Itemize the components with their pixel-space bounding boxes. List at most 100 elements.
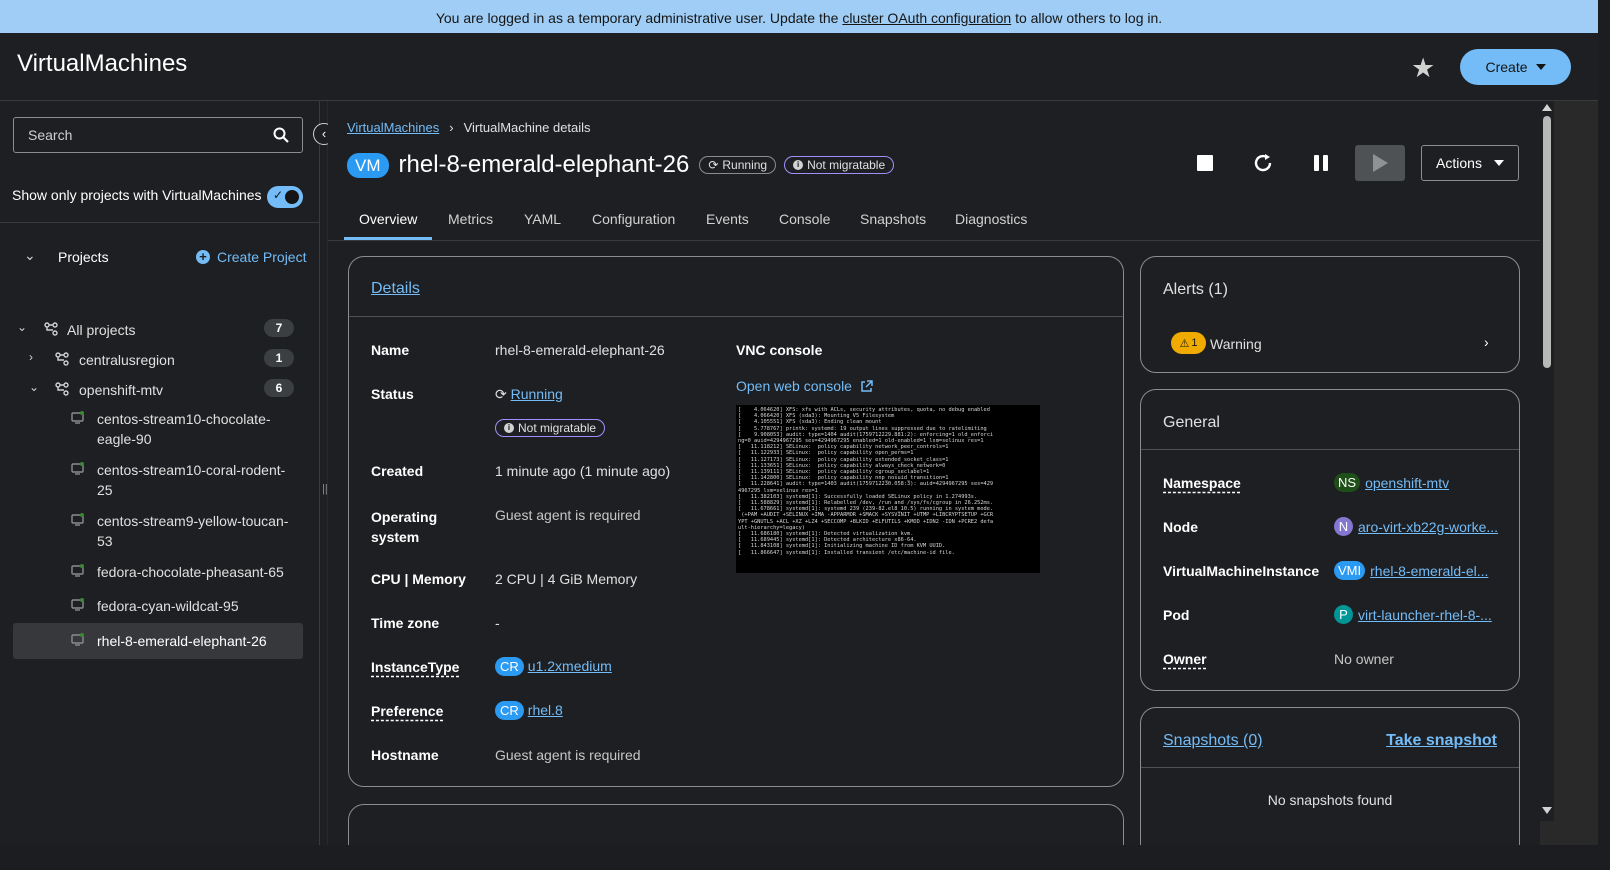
stop-icon [1197,155,1213,171]
count-badge: 6 [264,379,294,397]
tree-item-all-projects[interactable]: ⌄ All projects 7 [0,314,319,344]
sync-icon: ⟳ [495,386,507,402]
vnc-console-title: VNC console [736,342,823,358]
projects-header: ⌄ Projects + Create Project [0,241,319,275]
snapshots-title-link[interactable]: Snapshots (0) [1163,732,1263,750]
created-value: 1 minute ago (1 minute ago) [495,463,671,479]
main-scrollbar[interactable] [1540,101,1554,821]
warning-count: 1 [1191,337,1198,349]
vm-title-row: VM rhel-8-emerald-elephant-26 ⟳ Running … [347,151,895,179]
vm-item-centos-stream9-yellow-toucan-53[interactable]: centos-stream9-yellow-toucan-53 [13,511,303,551]
banner-oauth-link[interactable]: cluster OAuth configuration [842,10,1011,26]
sidebar-resize-handle[interactable]: || [319,101,328,845]
create-project-link[interactable]: + Create Project [196,249,306,265]
projects-label: Projects [58,249,109,265]
chevron-right-icon[interactable]: › [1484,334,1489,350]
not-migratable-text: Not migratable [807,157,886,172]
chevron-right-icon[interactable]: › [29,350,33,364]
window-bottom-edge [0,845,1610,870]
timezone-value: - [495,615,500,631]
owner-label[interactable]: Owner [1163,651,1207,667]
pod-link[interactable]: virt-launcher-rhel-8-... [1358,607,1492,623]
preference-link[interactable]: rhel.8 [528,702,563,718]
details-title-link[interactable]: Details [371,280,420,297]
sync-icon: ⟳ [708,157,719,172]
namespace-label[interactable]: Namespace [1163,475,1241,491]
chevron-down-icon[interactable]: ⌄ [17,320,27,334]
cr-badge: CR [495,701,524,720]
play-icon [1373,154,1388,172]
vm-item-rhel-8-emerald-elephant-26[interactable]: rhel-8-emerald-elephant-26 [13,623,303,659]
namespace-link[interactable]: openshift-mtv [1365,475,1449,491]
scroll-down-arrow-icon[interactable] [1542,807,1552,814]
instancetype-link[interactable]: u1.2xmedium [528,658,612,674]
general-title: General [1163,414,1220,431]
search-input[interactable] [14,118,264,152]
active-tab-indicator [344,237,432,240]
actions-dropdown[interactable]: Actions [1421,145,1519,181]
tree-item-openshift-mtv[interactable]: ⌄ openshift-mtv 6 [0,374,319,404]
pod-label: Pod [1163,607,1190,623]
show-vm-projects-toggle[interactable]: ✓ [267,186,303,208]
vm-badge: VM [347,152,389,178]
vm-item-label: fedora-chocolate-pheasant-65 [97,564,284,580]
divider [1141,449,1519,450]
vm-item-centos-stream10-coral-rodent-25[interactable]: centos-stream10-coral-rodent-25 [13,460,303,500]
pause-icon [1314,155,1328,171]
instancetype-label[interactable]: InstanceType [371,659,459,675]
alerts-card: Alerts (1) ⚠ 1 Warning › [1140,256,1520,373]
breadcrumb-virtualmachines-link[interactable]: VirtualMachines [347,120,439,135]
count-badge: 1 [264,349,294,367]
open-web-console-link[interactable]: Open web console [736,378,873,394]
restart-icon [1254,154,1272,172]
preference-label[interactable]: Preference [371,703,443,719]
pause-button[interactable] [1296,145,1346,181]
vmi-link[interactable]: rhel-8-emerald-el... [1370,563,1488,579]
tree-item-label: All projects [67,322,136,338]
general-card: General Namespace NS openshift-mtv Node … [1140,389,1520,691]
tab-events[interactable]: Events [706,211,749,227]
banner-text-before: You are logged in as a temporary adminis… [435,10,843,26]
vm-item-label: centos-stream10-chocolate-eagle-90 [97,411,271,447]
vm-item-fedora-cyan-wildcat-95[interactable]: fedora-cyan-wildcat-95 [13,596,303,616]
node-badge: N [1334,517,1353,536]
vnc-console-preview[interactable]: [ 4.064620] XFS: xfs with ACLs, security… [736,405,1040,573]
chevron-down-icon[interactable]: ⌄ [29,380,39,394]
tab-yaml[interactable]: YAML [524,211,561,227]
take-snapshot-link[interactable]: Take snapshot [1386,732,1497,750]
node-link[interactable]: aro-virt-xb22g-worke... [1358,519,1498,535]
admin-banner: You are logged in as a temporary adminis… [0,0,1598,33]
status-running-link[interactable]: Running [511,386,563,402]
vm-icon [71,411,84,424]
create-button[interactable]: Create [1460,49,1571,85]
info-icon: i [504,423,514,433]
console-output: [ 4.064620] XFS: xfs with ACLs, security… [738,407,994,556]
preference-value: CR rhel.8 [495,701,563,720]
create-project-label: Create Project [217,249,307,265]
tab-configuration[interactable]: Configuration [592,211,675,227]
breadcrumb: VirtualMachines › VirtualMachine details [347,120,591,135]
project-icon [55,352,69,366]
collapse-all-icon[interactable]: ⌄ [24,247,36,264]
tab-overview[interactable]: Overview [359,211,417,227]
check-icon: ✓ [273,188,284,202]
vm-item-fedora-chocolate-pheasant-65[interactable]: fedora-chocolate-pheasant-65 [13,562,303,582]
vm-item-centos-stream10-chocolate-eagle-90[interactable]: centos-stream10-chocolate-eagle-90 [13,409,303,449]
tab-console[interactable]: Console [779,211,830,227]
tree-item-centralusregion[interactable]: › centralusregion 1 [0,344,319,374]
hostname-value: Guest agent is required [495,747,641,763]
tab-snapshots[interactable]: Snapshots [860,211,926,227]
start-button[interactable] [1355,145,1405,181]
scroll-thumb[interactable] [1543,116,1551,368]
restart-button[interactable] [1238,145,1288,181]
drag-handle-icon[interactable]: || [322,483,328,495]
tab-metrics[interactable]: Metrics [448,211,493,227]
open-web-console-label: Open web console [736,378,852,394]
not-migratable-label: i Not migratable [784,156,895,174]
favorite-star-icon[interactable]: ★ [1411,54,1435,82]
tab-diagnostics[interactable]: Diagnostics [955,211,1027,227]
vm-icon [71,462,84,475]
scroll-up-arrow-icon[interactable] [1542,104,1552,111]
stop-button[interactable] [1180,145,1230,181]
search-icon[interactable] [272,126,290,144]
